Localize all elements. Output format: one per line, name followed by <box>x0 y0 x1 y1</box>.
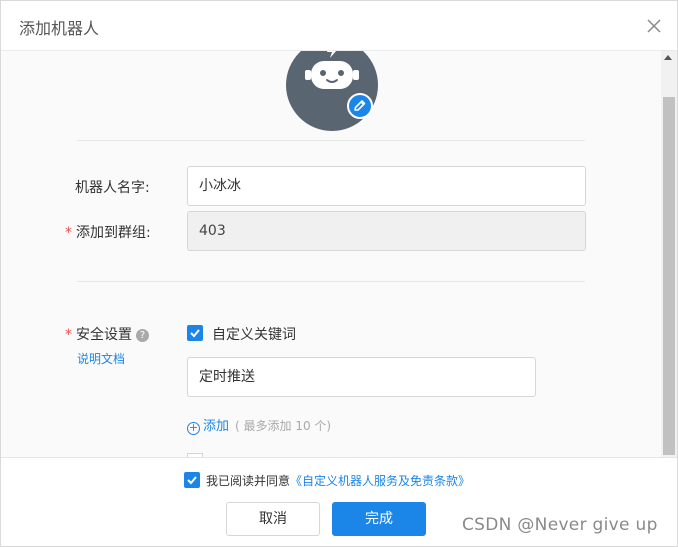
scroll-up-arrow[interactable] <box>664 55 672 60</box>
close-icon[interactable] <box>645 17 663 35</box>
security-label-wrap: * 安全设置? <box>65 324 149 344</box>
doc-link[interactable]: 说明文档 <box>77 350 125 367</box>
cancel-button[interactable]: 取消 <box>226 502 320 536</box>
terms-link[interactable]: 《自定义机器人服务及免责条款》 <box>290 474 470 488</box>
security-label: 安全设置 <box>76 327 132 343</box>
agree-text: 我已阅读并同意 <box>206 474 291 488</box>
check-icon <box>187 476 197 485</box>
pencil-icon <box>354 100 366 111</box>
finish-button[interactable]: 完成 <box>332 502 426 536</box>
dialog-body: 机器人名字: 小冰冰 * 添加到群组: 403 * 安全设置? 说明文档 自定义关键… <box>1 51 661 457</box>
check-icon <box>190 329 200 338</box>
group-label: 添加到群组: <box>76 225 151 241</box>
scrollbar[interactable] <box>661 51 677 457</box>
help-icon[interactable]: ? <box>136 329 149 342</box>
dialog-title: 添加机器人 <box>19 19 100 38</box>
name-label: 机器人名字: <box>75 180 150 196</box>
required-mark: * <box>65 225 72 241</box>
divider <box>77 140 585 141</box>
plus-circle-icon: + <box>187 421 200 435</box>
scrollbar-thumb[interactable] <box>663 97 675 455</box>
robot-name-input[interactable]: 小冰冰 <box>187 166 586 206</box>
add-robot-dialog: 添加机器人 机器人名字: 小冰冰 * 添加到群组: 403 * 安全设置 ? 说… <box>0 0 678 547</box>
add-keyword-button[interactable]: + 添加 ( 最多添加 10 个) <box>187 415 331 435</box>
add-hint: ( 最多添加 10 个) <box>235 419 332 433</box>
keyword-checkbox[interactable] <box>187 325 203 341</box>
keyword-input[interactable]: 定时推送 <box>187 357 536 397</box>
edit-avatar-button[interactable] <box>347 93 373 119</box>
agree-checkbox[interactable] <box>184 472 200 488</box>
dialog-header: 添加机器人 <box>1 1 677 51</box>
required-mark: * <box>65 327 72 343</box>
group-input: 403 <box>187 211 586 251</box>
watermark: CSDN @Never give up <box>462 515 658 535</box>
keyword-checkbox-label: 自定义关键词 <box>212 327 296 343</box>
agreement: 我已阅读并同意《自定义机器人服务及免责条款》 <box>184 472 470 489</box>
add-label: 添加 <box>203 419 230 434</box>
divider <box>77 281 585 282</box>
group-label-wrap: * 添加到群组: <box>65 222 151 242</box>
